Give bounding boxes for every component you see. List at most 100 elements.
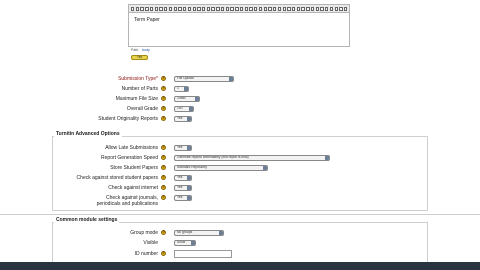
editor-content[interactable]: Term Paper: [134, 17, 160, 23]
editor-toolbar-button[interactable]: [334, 6, 338, 11]
editor-toolbar-button[interactable]: [291, 6, 296, 11]
editor-toolbar-button[interactable]: [320, 6, 324, 11]
report-generation-speed-select[interactable]: Generate reports immediately (first repo…: [174, 155, 330, 161]
editor-toolbar-button[interactable]: [225, 6, 230, 11]
store-student-papers-label: Store Student Papers: [110, 165, 158, 171]
editor-toolbar-button[interactable]: [310, 6, 315, 11]
description-editor[interactable]: Term Paper: [128, 13, 350, 47]
editor-toolbar-button[interactable]: [263, 6, 267, 11]
allow-late-submissions-label: Allow Late Submissions: [105, 145, 158, 151]
editor-toolbar-button[interactable]: [220, 6, 225, 11]
visible-label: Visible: [143, 240, 158, 246]
editor-toolbar-button[interactable]: [216, 6, 220, 11]
help-icon[interactable]: ?: [161, 86, 166, 91]
editor-toolbar-button[interactable]: [202, 6, 206, 11]
editor-toolbar-button[interactable]: [183, 6, 187, 11]
editor-toolbar-button[interactable]: [339, 6, 343, 11]
editor-toolbar-button[interactable]: [244, 6, 248, 11]
id-number-input[interactable]: [174, 250, 232, 258]
turnitin-section-title[interactable]: Turnitin Advanced Options: [54, 131, 122, 137]
editor-toolbar-button[interactable]: [135, 6, 140, 11]
editor-toolbar-button[interactable]: [306, 6, 310, 11]
editor-toolbar-button[interactable]: [206, 6, 211, 11]
editor-toolbar-button[interactable]: [277, 6, 282, 11]
overall-grade-select[interactable]: 100: [174, 106, 194, 112]
group-mode-select[interactable]: No groups: [174, 230, 224, 236]
id-number-label: ID number: [134, 251, 158, 257]
editor-toolbar-button[interactable]: [168, 6, 173, 11]
maximum-file-size-select[interactable]: 20MB: [174, 96, 200, 102]
moodle-assignment-settings-page: Term Paper Path: body Yes Submission Type…: [0, 0, 480, 262]
check-stored-papers-select[interactable]: Yes: [174, 175, 192, 181]
help-icon[interactable]: ?: [161, 195, 166, 200]
editor-toolbar-button[interactable]: [296, 6, 301, 11]
store-student-papers-select[interactable]: Standard Repository: [174, 165, 268, 171]
check-journals-label-line2: periodicals and publications: [96, 201, 158, 207]
editor-toolbar-button[interactable]: [164, 6, 168, 11]
help-icon[interactable]: ?: [161, 96, 166, 101]
editor-toolbar-button[interactable]: [235, 6, 239, 11]
editor-toolbar-button[interactable]: [254, 6, 258, 11]
editor-toolbar-button[interactable]: [173, 6, 177, 11]
editor-format-chip[interactable]: Yes: [131, 55, 148, 60]
editor-toolbar-button[interactable]: [131, 6, 135, 11]
section-divider: [0, 214, 480, 215]
help-icon[interactable]: ?: [161, 185, 166, 190]
student-originality-reports-label: Student Originality Reports: [98, 116, 158, 122]
number-of-parts-label: Number of Parts: [121, 86, 158, 92]
editor-toolbar-button[interactable]: [344, 6, 348, 11]
check-internet-select[interactable]: Yes: [174, 185, 192, 191]
editor-toolbar-button[interactable]: [149, 6, 154, 11]
editor-toolbar: [128, 4, 350, 13]
check-internet-label: Check against internet: [108, 185, 158, 191]
help-icon[interactable]: ?: [161, 116, 166, 121]
editor-toolbar-button[interactable]: [287, 6, 291, 11]
editor-toolbar-button[interactable]: [197, 6, 201, 11]
maximum-file-size-label: Maximum File Size: [115, 96, 158, 102]
group-mode-label: Group mode: [130, 230, 158, 236]
submission-type-label: Submission Type*: [118, 76, 158, 82]
editor-toolbar-button[interactable]: [315, 6, 319, 11]
editor-toolbar-button[interactable]: [230, 6, 234, 11]
editor-toolbar-button[interactable]: [282, 6, 286, 11]
editor-path-body[interactable]: body: [142, 48, 150, 52]
help-icon[interactable]: ?: [161, 145, 166, 150]
editor-path-label: Path:: [131, 48, 140, 52]
editor-toolbar-button[interactable]: [249, 6, 253, 11]
visible-select[interactable]: Show: [174, 240, 196, 246]
editor-toolbar-button[interactable]: [329, 6, 334, 11]
editor-toolbar-button[interactable]: [192, 6, 196, 11]
check-journals-select[interactable]: Yes: [174, 195, 192, 201]
help-icon[interactable]: ?: [161, 230, 166, 235]
report-generation-speed-label: Report Generation Speed: [101, 155, 158, 161]
number-of-parts-select[interactable]: 1: [174, 86, 189, 92]
editor-toolbar-button[interactable]: [140, 6, 144, 11]
editor-toolbar-button[interactable]: [258, 6, 263, 11]
editor-toolbar-button[interactable]: [159, 6, 163, 11]
common-section-title[interactable]: Common module settings: [54, 217, 120, 223]
help-icon[interactable]: ?: [161, 175, 166, 180]
submission-type-select[interactable]: File Upload: [174, 76, 234, 82]
help-icon[interactable]: ?: [161, 165, 166, 170]
editor-toolbar-button[interactable]: [301, 6, 305, 11]
editor-toolbar-button[interactable]: [268, 6, 272, 11]
editor-path: Path: body: [131, 48, 153, 52]
editor-toolbar-button[interactable]: [187, 6, 192, 11]
check-stored-papers-label: Check against stored student papers: [76, 175, 158, 181]
allow-late-submissions-select[interactable]: Yes: [174, 145, 192, 151]
help-icon[interactable]: ?: [161, 155, 166, 160]
editor-toolbar-button[interactable]: [154, 6, 159, 11]
editor-toolbar-button[interactable]: [178, 6, 182, 11]
help-icon[interactable]: ?: [161, 76, 166, 81]
common-module-settings-section: [52, 222, 428, 262]
help-icon[interactable]: ?: [161, 251, 166, 256]
editor-toolbar-button[interactable]: [273, 6, 277, 11]
help-icon[interactable]: ?: [161, 106, 166, 111]
bottom-bar: [0, 262, 480, 270]
editor-toolbar-button[interactable]: [211, 6, 215, 11]
student-originality-reports-select[interactable]: Yes: [174, 116, 192, 122]
overall-grade-label: Overall Grade: [126, 106, 158, 112]
editor-toolbar-button[interactable]: [239, 6, 244, 11]
editor-toolbar-button[interactable]: [145, 6, 149, 11]
editor-toolbar-button[interactable]: [325, 6, 329, 11]
